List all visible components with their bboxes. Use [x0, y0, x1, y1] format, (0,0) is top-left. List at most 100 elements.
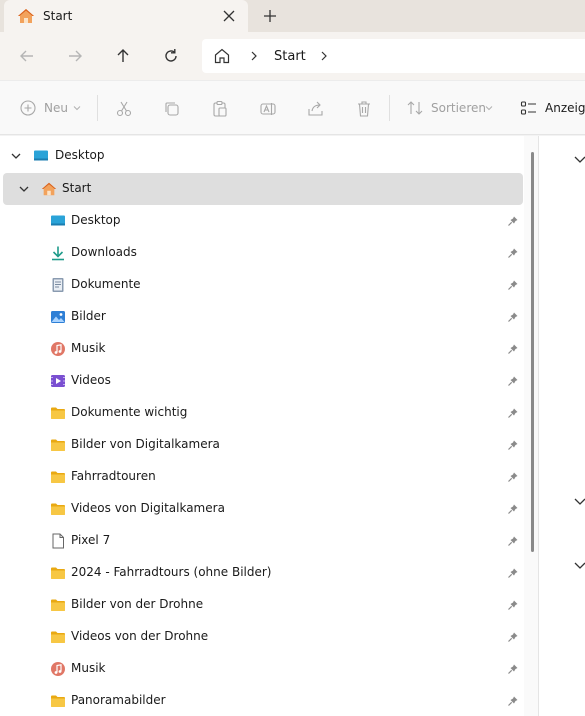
quick-access-item[interactable]: Fahrradtouren [0, 461, 522, 493]
folder-icon [51, 503, 65, 515]
folder-icon [51, 567, 65, 579]
pin-icon[interactable] [507, 247, 519, 259]
pin-icon[interactable] [507, 311, 519, 323]
pin-icon[interactable] [507, 375, 519, 387]
pin-icon[interactable] [507, 535, 519, 547]
copy-icon[interactable] [163, 99, 181, 119]
home-icon [41, 182, 57, 196]
pin-icon[interactable] [507, 663, 519, 675]
pin-icon[interactable] [507, 503, 519, 515]
chevron-right-icon[interactable] [318, 50, 330, 62]
refresh-icon[interactable] [161, 46, 181, 66]
sort-button[interactable]: Sortieren [406, 98, 496, 118]
quick-access-item[interactable]: Dokumente wichtig [0, 397, 522, 429]
folder-icon [51, 439, 65, 451]
music-icon [51, 662, 65, 676]
pictures-icon [51, 311, 65, 323]
quick-access-item[interactable]: 2024 - Fahrradtours (ohne Bilder) [0, 557, 522, 589]
quick-access-label: Musik [71, 341, 106, 355]
quick-access-label: Videos von der Drohne [71, 629, 209, 643]
quick-access-label: Downloads [71, 245, 137, 259]
chevron-down-icon[interactable] [9, 149, 23, 163]
breadcrumb-start[interactable]: Start [274, 49, 306, 64]
cut-icon[interactable] [115, 99, 133, 119]
pin-icon[interactable] [507, 407, 519, 419]
tree-item-start[interactable]: Start [3, 173, 523, 205]
tree-item-desktop-root[interactable]: Desktop [0, 140, 522, 172]
quick-access-item[interactable]: Videos von der Drohne [0, 621, 522, 653]
quick-access-item[interactable]: Bilder von der Drohne [0, 589, 522, 621]
up-arrow-icon[interactable] [113, 46, 133, 66]
paste-icon[interactable] [211, 99, 229, 119]
pin-icon[interactable] [507, 631, 519, 643]
back-arrow-icon[interactable] [17, 46, 37, 66]
quick-access-label: Bilder von Digitalkamera [71, 437, 220, 451]
quick-access-item[interactable]: Videos von Digitalkamera [0, 493, 522, 525]
tree-item-label: Desktop [55, 148, 105, 162]
new-label: Neu [44, 101, 68, 115]
chevron-down-icon[interactable] [573, 494, 585, 508]
pin-icon[interactable] [507, 695, 519, 707]
quick-access-label: Panoramabilder [71, 693, 166, 707]
view-list-icon [520, 101, 536, 115]
quick-access-label: Pixel 7 [71, 533, 111, 547]
desktop-icon [34, 150, 48, 161]
add-tab-icon[interactable] [261, 7, 279, 25]
chevron-down-icon[interactable] [573, 152, 585, 166]
quick-access-label: Musik [71, 661, 106, 675]
close-icon[interactable] [220, 7, 238, 25]
pin-icon[interactable] [507, 599, 519, 611]
quick-access-item[interactable]: Downloads [0, 237, 522, 269]
share-icon[interactable] [307, 99, 325, 119]
pin-icon[interactable] [507, 279, 519, 291]
folder-icon [51, 695, 65, 707]
content-pane [538, 136, 585, 716]
chevron-down-icon[interactable] [17, 182, 31, 196]
quick-access-label: Bilder von der Drohne [71, 597, 204, 611]
view-button[interactable]: Anzeigen [520, 98, 585, 118]
pin-icon[interactable] [507, 343, 519, 355]
home-icon[interactable] [213, 47, 231, 65]
quick-access-label: 2024 - Fahrradtours (ohne Bilder) [71, 565, 272, 579]
quick-access-item[interactable]: Panoramabilder [0, 685, 522, 716]
divider [97, 95, 98, 121]
scrollbar-thumb[interactable] [531, 152, 534, 552]
delete-icon[interactable] [355, 99, 373, 119]
tab-strip: Start [0, 0, 585, 32]
quick-access-item[interactable]: Desktop [0, 205, 522, 237]
quick-access-item[interactable]: Bilder [0, 301, 522, 333]
address-bar[interactable]: Start [202, 39, 585, 73]
tab-start[interactable]: Start [4, 0, 248, 32]
plus-circle-icon [20, 100, 36, 116]
quick-access-label: Dokumente wichtig [71, 405, 188, 419]
folder-icon [51, 471, 65, 483]
pin-icon[interactable] [507, 215, 519, 227]
tab-title: Start [43, 9, 73, 23]
quick-access-label: Desktop [71, 213, 121, 227]
desktop-icon [51, 215, 65, 226]
quick-access-item[interactable]: Musik [0, 333, 522, 365]
quick-access-label: Dokumente [71, 277, 141, 291]
sort-icon [407, 101, 423, 115]
quick-access-item[interactable]: Dokumente [0, 269, 522, 301]
chevron-down-icon[interactable] [573, 558, 585, 572]
forward-arrow-icon[interactable] [65, 46, 85, 66]
folder-icon [51, 631, 65, 643]
quick-access-item[interactable]: Bilder von Digitalkamera [0, 429, 522, 461]
quick-access-label: Videos [71, 373, 111, 387]
pin-icon[interactable] [507, 567, 519, 579]
pin-icon[interactable] [507, 471, 519, 483]
pin-icon[interactable] [507, 439, 519, 451]
quick-access-item[interactable]: Pixel 7 [0, 525, 522, 557]
folder-icon [51, 407, 65, 419]
rename-icon[interactable] [259, 99, 277, 119]
new-button[interactable]: Neu [20, 98, 82, 118]
quick-access-label: Videos von Digitalkamera [71, 501, 225, 515]
folder-icon [51, 599, 65, 611]
quick-access-item[interactable]: Videos [0, 365, 522, 397]
chevron-right-icon[interactable] [248, 50, 260, 62]
quick-access-label: Fahrradtouren [71, 469, 156, 483]
quick-access-label: Bilder [71, 309, 106, 323]
quick-access-item[interactable]: Musik [0, 653, 522, 685]
navigation-bar: Start [0, 32, 585, 80]
